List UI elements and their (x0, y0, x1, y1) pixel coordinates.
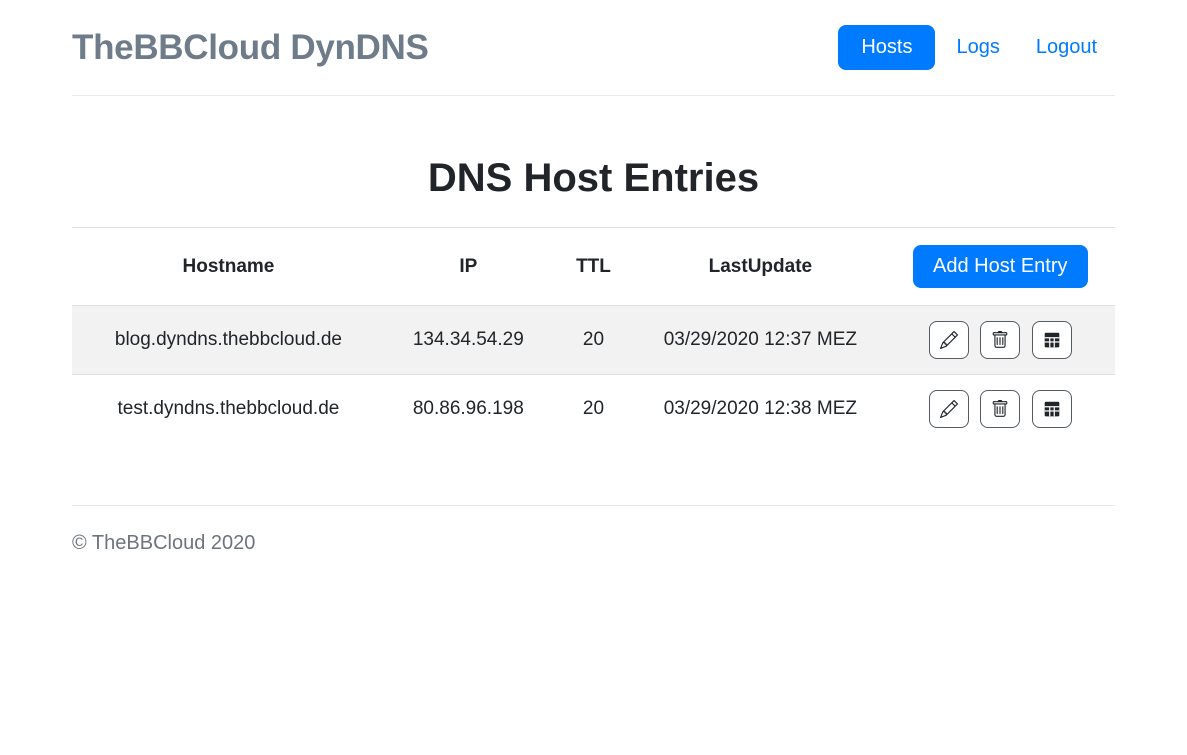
edit-host-button[interactable] (929, 390, 969, 428)
column-header-lastupdate: LastUpdate (635, 228, 885, 306)
table-row: test.dyndns.thebbcloud.de 80.86.96.198 2… (72, 375, 1115, 444)
actions-cell (886, 306, 1115, 375)
page-container: TheBBCloud DynDNS Hosts Logs Logout DNS … (57, 0, 1130, 575)
ip-cell: 80.86.96.198 (385, 375, 552, 444)
column-header-ip: IP (385, 228, 552, 306)
hostname-cell: test.dyndns.thebbcloud.de (72, 375, 385, 444)
trash-icon (991, 331, 1009, 349)
trash-icon (991, 400, 1009, 418)
column-header-ttl: TTL (552, 228, 635, 306)
pencil-icon (940, 400, 958, 418)
main-content: DNS Host Entries Hostname IP TTL LastUpd… (72, 156, 1115, 443)
details-host-button[interactable] (1032, 390, 1072, 428)
pencil-icon (940, 331, 958, 349)
ttl-cell: 20 (552, 306, 635, 375)
main-nav: Hosts Logs Logout (838, 25, 1115, 70)
nav-item-hosts[interactable]: Hosts (838, 25, 935, 70)
page-title: DNS Host Entries (72, 156, 1115, 201)
table-header-row: Hostname IP TTL LastUpdate Add Host Entr… (72, 228, 1115, 306)
actions-cell (886, 375, 1115, 444)
delete-host-button[interactable] (980, 390, 1020, 428)
table-icon (1043, 331, 1061, 349)
dns-hosts-table: Hostname IP TTL LastUpdate Add Host Entr… (72, 227, 1115, 443)
ip-cell: 134.34.54.29 (385, 306, 552, 375)
table-icon (1043, 400, 1061, 418)
lastupdate-cell: 03/29/2020 12:38 MEZ (635, 375, 885, 444)
delete-host-button[interactable] (980, 321, 1020, 359)
brand-title[interactable]: TheBBCloud DynDNS (72, 28, 429, 68)
nav-item-logs[interactable]: Logs (938, 25, 1017, 70)
column-header-hostname: Hostname (72, 228, 385, 306)
table-row: blog.dyndns.thebbcloud.de 134.34.54.29 2… (72, 306, 1115, 375)
copyright-text: © TheBBCloud 2020 (72, 532, 255, 554)
site-header: TheBBCloud DynDNS Hosts Logs Logout (72, 0, 1115, 96)
details-host-button[interactable] (1032, 321, 1072, 359)
column-header-actions: Add Host Entry (886, 228, 1115, 306)
lastupdate-cell: 03/29/2020 12:37 MEZ (635, 306, 885, 375)
nav-item-logout[interactable]: Logout (1018, 25, 1115, 70)
add-host-entry-button[interactable]: Add Host Entry (913, 245, 1088, 288)
site-footer: © TheBBCloud 2020 (72, 505, 1115, 575)
edit-host-button[interactable] (929, 321, 969, 359)
hostname-cell: blog.dyndns.thebbcloud.de (72, 306, 385, 375)
ttl-cell: 20 (552, 375, 635, 444)
